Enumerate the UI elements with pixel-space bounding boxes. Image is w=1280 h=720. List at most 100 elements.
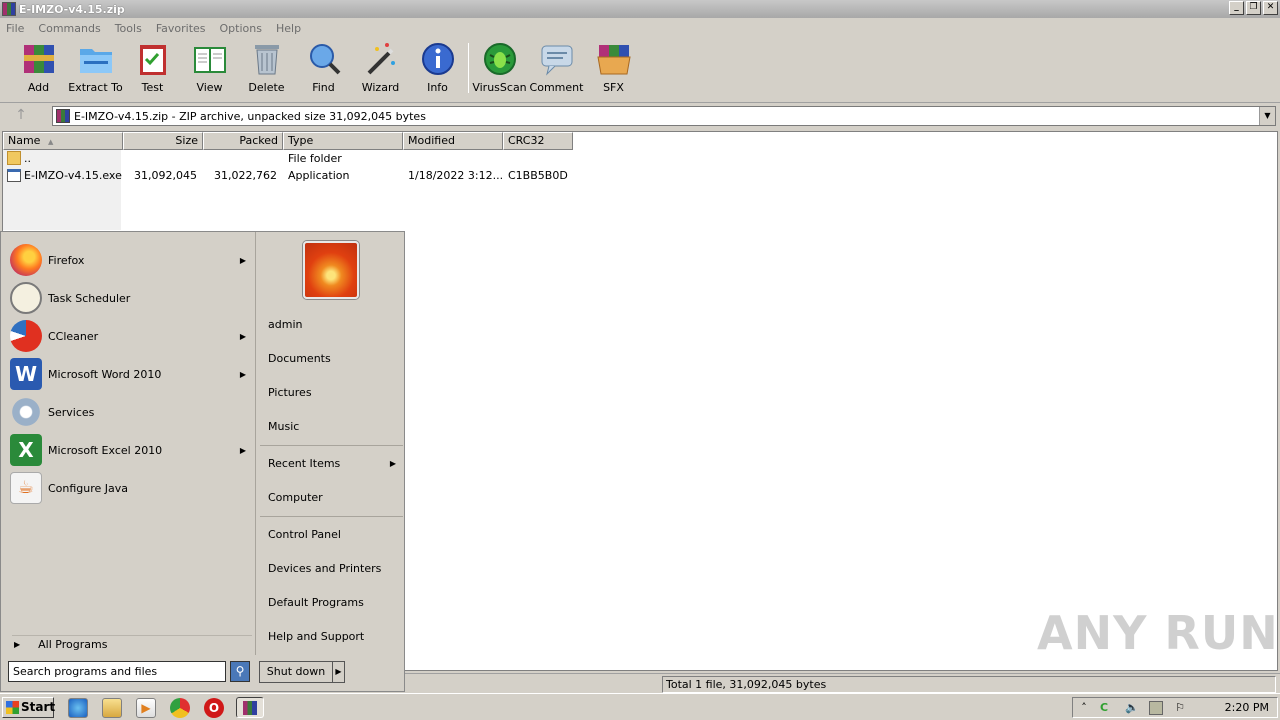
volume-icon[interactable]: 🔈 <box>1125 701 1139 715</box>
restore-button[interactable]: ❐ <box>1246 1 1261 15</box>
column-header-size[interactable]: Size <box>123 132 203 150</box>
recent-items-label: Recent Items <box>268 457 341 470</box>
program-label: Services <box>48 405 95 419</box>
sfx-label: SFX <box>603 81 624 94</box>
gear-icon <box>10 396 42 428</box>
add-archive-icon <box>21 41 57 77</box>
start-menu: Firefox ▶ Task Scheduler CCleaner ▶ W Mi… <box>0 231 405 692</box>
network-icon[interactable] <box>1149 701 1163 715</box>
shutdown-button[interactable]: Shut down <box>259 661 333 683</box>
menu-item-control-panel[interactable]: Control Panel <box>268 525 402 545</box>
wizard-button[interactable]: Wizard <box>352 40 409 96</box>
shutdown-options-arrow-icon[interactable]: ▶ <box>332 661 345 683</box>
title-bar: E-IMZO-v4.15.zip _ ❐ ✕ <box>0 0 1280 18</box>
program-label: Microsoft Excel 2010 <box>48 443 163 457</box>
all-programs-arrow-icon: ▶ <box>14 640 21 649</box>
extract-to-button[interactable]: Extract To <box>67 40 124 96</box>
clock-icon <box>10 282 42 314</box>
address-field[interactable]: E-IMZO-v4.15.zip - ZIP archive, unpacked… <box>52 106 1276 126</box>
submenu-arrow-icon: ▶ <box>239 369 246 379</box>
column-header-packed[interactable]: Packed <box>203 132 283 150</box>
menu-item-music[interactable]: Music <box>268 417 402 437</box>
zip-archive-icon <box>56 109 70 123</box>
ccleaner-tray-icon[interactable]: C <box>1097 701 1111 715</box>
column-header-type[interactable]: Type <box>283 132 403 150</box>
menu-options[interactable]: Options <box>220 22 262 35</box>
start-menu-places: admin Documents Pictures Music Recent It… <box>255 232 404 655</box>
info-button[interactable]: Info <box>409 40 466 96</box>
info-icon <box>420 41 456 77</box>
view-book-icon <box>192 41 228 77</box>
column-header-crc32[interactable]: CRC32 <box>503 132 573 150</box>
menu-item-default-programs[interactable]: Default Programs <box>268 593 402 613</box>
program-label: Task Scheduler <box>48 291 131 305</box>
menu-item-help-support[interactable]: Help and Support <box>268 627 402 647</box>
wizard-label: Wizard <box>361 81 400 94</box>
program-services[interactable]: Services <box>10 393 250 431</box>
chrome-icon[interactable] <box>170 698 190 718</box>
virusscan-button[interactable]: VirusScan <box>471 40 528 96</box>
sfx-button[interactable]: SFX <box>585 40 642 96</box>
system-tray: ˄ C 🔈 ⚐ 2:20 PM <box>1072 697 1278 718</box>
address-dropdown-button[interactable]: ▼ <box>1259 107 1275 125</box>
view-button[interactable]: View <box>181 40 238 96</box>
menu-tools[interactable]: Tools <box>115 22 142 35</box>
start-button[interactable]: Start <box>2 697 56 718</box>
folder-icon <box>7 151 21 165</box>
menu-item-recent-items[interactable]: Recent Items ▶ <box>268 454 402 474</box>
program-excel[interactable]: X Microsoft Excel 2010 ▶ <box>10 431 250 469</box>
virusscan-label: VirusScan <box>472 81 527 94</box>
program-firefox[interactable]: Firefox ▶ <box>10 241 250 279</box>
info-label: Info <box>427 81 448 94</box>
taskbar: Start ▶ O ˄ C 🔈 ⚐ 2:20 PM <box>0 693 1280 720</box>
menu-item-admin[interactable]: admin <box>268 315 402 335</box>
program-configure-java[interactable]: ☕ Configure Java <box>10 469 250 507</box>
action-center-flag-icon[interactable]: ⚐ <box>1173 701 1187 715</box>
column-header-modified[interactable]: Modified <box>403 132 503 150</box>
all-programs-label: All Programs <box>38 638 108 651</box>
search-icon[interactable]: ⚲ <box>230 661 250 682</box>
program-ccleaner[interactable]: CCleaner ▶ <box>10 317 250 355</box>
submenu-arrow-icon: ▶ <box>239 331 246 341</box>
word-icon: W <box>10 358 42 390</box>
up-arrow-icon[interactable]: ↑ <box>8 107 34 125</box>
find-button[interactable]: Find <box>295 40 352 96</box>
clock[interactable]: 2:20 PM <box>1225 701 1269 714</box>
file-name: .. <box>24 152 31 165</box>
menu-favorites[interactable]: Favorites <box>156 22 206 35</box>
opera-icon[interactable]: O <box>204 698 224 718</box>
test-label: Test <box>141 81 164 94</box>
test-button[interactable]: Test <box>124 40 181 96</box>
close-button[interactable]: ✕ <box>1263 1 1278 15</box>
media-player-icon[interactable]: ▶ <box>136 698 156 718</box>
file-name: E-IMZO-v4.15.exe <box>24 169 122 182</box>
menu-help[interactable]: Help <box>276 22 301 35</box>
column-header-name[interactable]: Name ▲ <box>3 132 123 150</box>
test-clipboard-icon <box>135 41 171 77</box>
sort-ascending-icon: ▲ <box>47 138 54 146</box>
winrar-taskbar-button[interactable] <box>236 697 264 718</box>
program-word[interactable]: W Microsoft Word 2010 ▶ <box>10 355 250 393</box>
menu-file[interactable]: File <box>6 22 24 35</box>
comment-button[interactable]: Comment <box>528 40 585 96</box>
add-label: Add <box>27 81 50 94</box>
start-label: Start <box>21 700 56 714</box>
menu-commands[interactable]: Commands <box>38 22 100 35</box>
extract-folder-icon <box>78 41 114 77</box>
find-magnifier-icon <box>306 41 342 77</box>
all-programs[interactable]: ▶ All Programs <box>12 635 252 653</box>
add-button[interactable]: Add <box>10 40 67 96</box>
minimize-button[interactable]: _ <box>1229 1 1244 15</box>
menu-item-pictures[interactable]: Pictures <box>268 383 402 403</box>
explorer-folder-icon[interactable] <box>102 698 122 718</box>
user-avatar[interactable] <box>303 241 359 299</box>
search-input[interactable]: Search programs and files <box>8 661 226 682</box>
delete-button[interactable]: Delete <box>238 40 295 96</box>
menu-item-computer[interactable]: Computer <box>268 488 402 508</box>
show-hidden-icons-icon[interactable]: ˄ <box>1077 701 1091 715</box>
menu-item-documents[interactable]: Documents <box>268 349 402 369</box>
menu-item-devices-printers[interactable]: Devices and Printers <box>268 559 402 579</box>
delete-trash-icon <box>249 41 285 77</box>
internet-explorer-icon[interactable] <box>68 698 88 718</box>
program-task-scheduler[interactable]: Task Scheduler <box>10 279 250 317</box>
